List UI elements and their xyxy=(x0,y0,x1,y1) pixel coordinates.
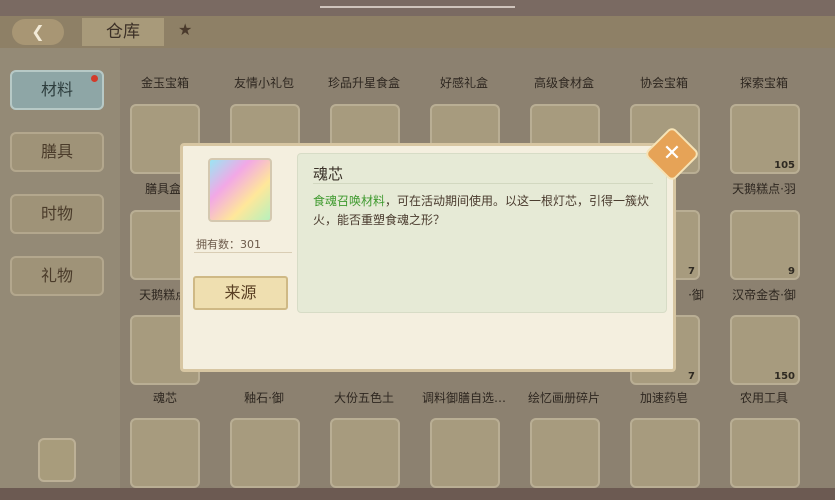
item-label: 绘忆画册碎片 xyxy=(527,391,600,405)
item-slot[interactable] xyxy=(530,418,600,488)
item-label: 农用工具 xyxy=(739,391,788,405)
close-icon: ✕ xyxy=(662,141,682,166)
item-slot[interactable] xyxy=(130,418,200,488)
item-slot[interactable] xyxy=(230,418,300,488)
divider xyxy=(194,252,292,253)
item-label: 探索宝箱 xyxy=(739,76,788,90)
item-label: 天鹅糕点·羽 xyxy=(732,182,796,196)
item-slot[interactable] xyxy=(430,418,500,488)
item-label: 高级食材盒 xyxy=(533,76,594,90)
tab-seasonal[interactable]: 时物 xyxy=(10,194,104,234)
item-slot[interactable]: 150 xyxy=(730,315,800,385)
item-slot[interactable]: 105 xyxy=(730,104,800,174)
description-highlight: 食魂召唤材料 xyxy=(313,194,386,208)
notification-badge xyxy=(91,75,98,82)
item-label: 珍品升星食盒 xyxy=(327,76,400,90)
item-label: 汉帝金杏·御 xyxy=(732,288,796,302)
item-count: 150 xyxy=(774,371,795,382)
tab-label: 时物 xyxy=(40,204,73,223)
tab-label: 礼物 xyxy=(40,266,73,285)
source-button[interactable]: 来源 xyxy=(193,276,288,310)
item-count: 105 xyxy=(774,160,795,171)
item-count: 9 xyxy=(788,266,795,277)
soul-wick-item-icon xyxy=(208,158,272,222)
item-label: 大份五色土 xyxy=(333,391,394,405)
owned-count: 拥有数：301 xyxy=(196,238,261,251)
tab-materials[interactable]: 材料 xyxy=(10,70,104,110)
item-label: 金玉宝箱 xyxy=(140,76,189,90)
item-label: 调料御膳自选… xyxy=(421,391,506,405)
scroll-ornament xyxy=(38,438,76,482)
item-label: 好感礼盒 xyxy=(439,76,488,90)
tab-label: 材料 xyxy=(40,80,73,99)
item-slot[interactable]: 9 xyxy=(730,210,800,280)
tab-label: 膳具 xyxy=(40,142,73,161)
status-bar xyxy=(0,0,835,16)
item-count: 7 xyxy=(688,266,695,277)
item-label: ·御 xyxy=(688,288,704,302)
item-slot[interactable] xyxy=(630,418,700,488)
star-icon[interactable]: ★ xyxy=(178,20,192,39)
item-name: 魂芯 xyxy=(313,165,344,183)
home-indicator[interactable] xyxy=(320,6,515,8)
item-label: 釉石·御 xyxy=(244,391,284,405)
description-panel xyxy=(297,153,667,313)
bottom-border xyxy=(0,488,835,500)
item-label: 加速药皂 xyxy=(639,391,688,405)
item-label: 协会宝箱 xyxy=(639,76,688,90)
item-slot[interactable] xyxy=(330,418,400,488)
tab-tableware[interactable]: 膳具 xyxy=(10,132,104,172)
item-label: 魂芯 xyxy=(152,391,177,405)
item-count: 7 xyxy=(688,371,695,382)
divider xyxy=(313,183,653,184)
item-description: 食魂召唤材料，可在活动期间使用。以这一根灯芯，引得一簇炊火，能否重塑食魂之形？ xyxy=(313,192,655,230)
page-title: 仓库 xyxy=(82,18,164,46)
back-arrow-icon[interactable]: ❮ xyxy=(12,19,64,45)
tab-gifts[interactable]: 礼物 xyxy=(10,256,104,296)
item-label: 友情小礼包 xyxy=(233,76,294,90)
item-slot[interactable] xyxy=(730,418,800,488)
